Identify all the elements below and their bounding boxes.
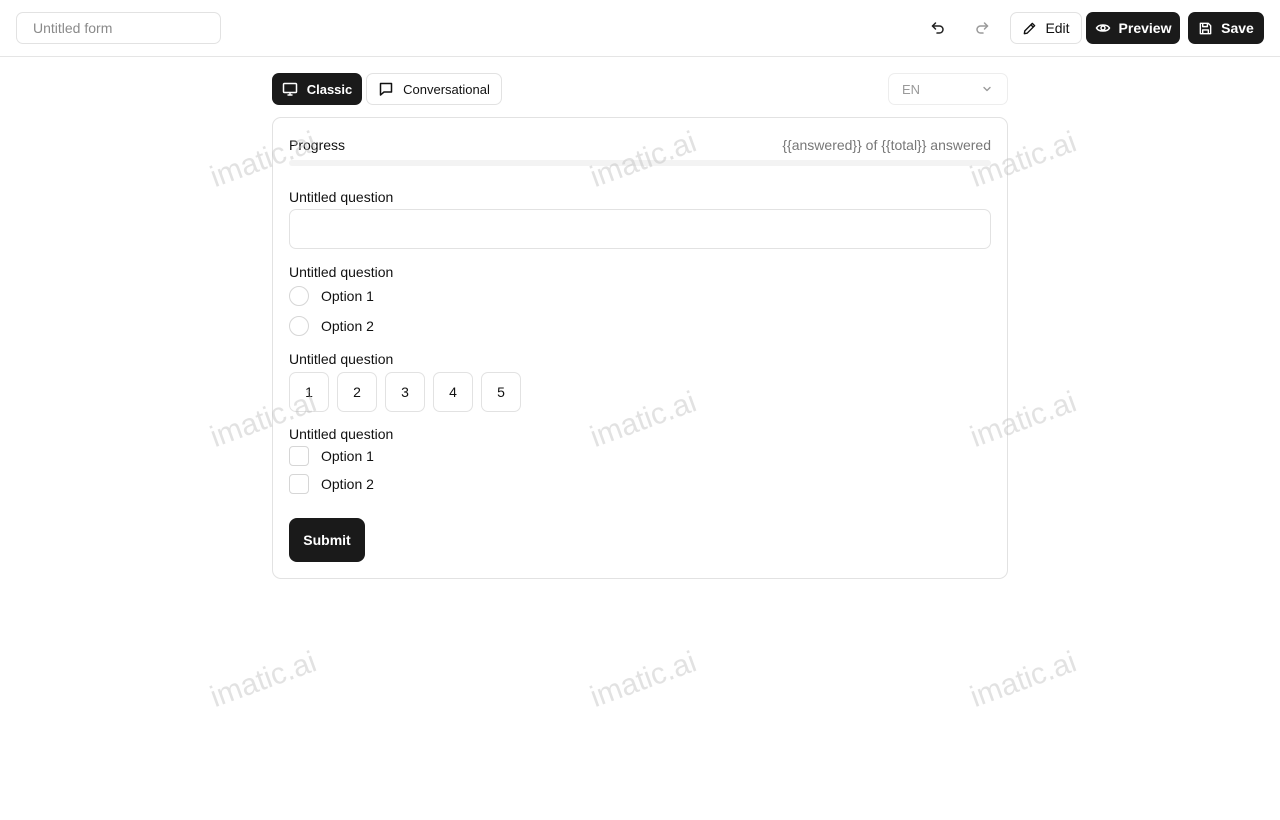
undo-button[interactable]	[922, 12, 954, 44]
preview-label: Preview	[1118, 20, 1172, 36]
radio-button[interactable]	[289, 286, 309, 306]
message-icon	[379, 82, 393, 96]
question-label: Untitled question	[289, 426, 394, 442]
watermark: imatic.ai	[586, 645, 701, 715]
progress-count: {{answered}} of {{total}} answered	[782, 137, 991, 153]
preview-button[interactable]: Preview	[1086, 12, 1180, 44]
option-label: Option 2	[321, 318, 374, 334]
redo-icon	[976, 22, 989, 34]
edit-label: Edit	[1045, 20, 1070, 36]
form-title-input[interactable]	[16, 12, 221, 44]
radio-option[interactable]: Option 2	[289, 316, 374, 336]
text-answer-input[interactable]	[289, 209, 991, 249]
redo-button[interactable]	[966, 12, 998, 44]
save-icon	[1199, 22, 1212, 34]
watermark: imatic.ai	[966, 645, 1081, 715]
radio-button[interactable]	[289, 316, 309, 336]
language-select[interactable]: EN	[888, 73, 1008, 105]
rating-option[interactable]: 2	[337, 372, 377, 412]
submit-button[interactable]: Submit	[289, 518, 365, 562]
progress-label: Progress	[289, 137, 346, 153]
monitor-icon	[282, 82, 297, 96]
checkbox-option[interactable]: Option 2	[289, 474, 374, 494]
undo-icon	[931, 22, 944, 34]
mode-classic-label: Classic	[306, 81, 353, 97]
top-bar: Edit Preview Save	[0, 0, 1280, 57]
question-label: Untitled question	[289, 264, 394, 280]
rating-option[interactable]: 3	[385, 372, 425, 412]
edit-button[interactable]: Edit	[1010, 12, 1082, 44]
chevron-down-icon	[983, 86, 991, 92]
checkbox[interactable]	[289, 474, 309, 494]
option-label: Option 1	[321, 288, 374, 304]
mode-conversational-label: Conversational	[403, 81, 490, 97]
checkbox-option[interactable]: Option 1	[289, 446, 374, 466]
form-card: Progress {{answered}} of {{total}} answe…	[272, 117, 1008, 579]
mode-classic-button[interactable]: Classic	[272, 73, 362, 105]
save-label: Save	[1221, 20, 1254, 36]
question-label: Untitled question	[289, 189, 394, 205]
eye-icon	[1095, 24, 1110, 32]
rating-option[interactable]: 5	[481, 372, 521, 412]
question-label: Untitled question	[289, 351, 394, 367]
progress-bar	[289, 160, 991, 166]
mode-conversational-button[interactable]: Conversational	[366, 73, 502, 105]
rating-scale: 1 2 3 4 5	[289, 372, 521, 412]
language-value: EN	[902, 81, 921, 97]
rating-option[interactable]: 1	[289, 372, 329, 412]
checkbox[interactable]	[289, 446, 309, 466]
option-label: Option 2	[321, 476, 374, 492]
rating-option[interactable]: 4	[433, 372, 473, 412]
pencil-icon	[1024, 22, 1036, 34]
radio-option[interactable]: Option 1	[289, 286, 374, 306]
save-button[interactable]: Save	[1188, 12, 1264, 44]
watermark: imatic.ai	[206, 645, 321, 715]
option-label: Option 1	[321, 448, 374, 464]
